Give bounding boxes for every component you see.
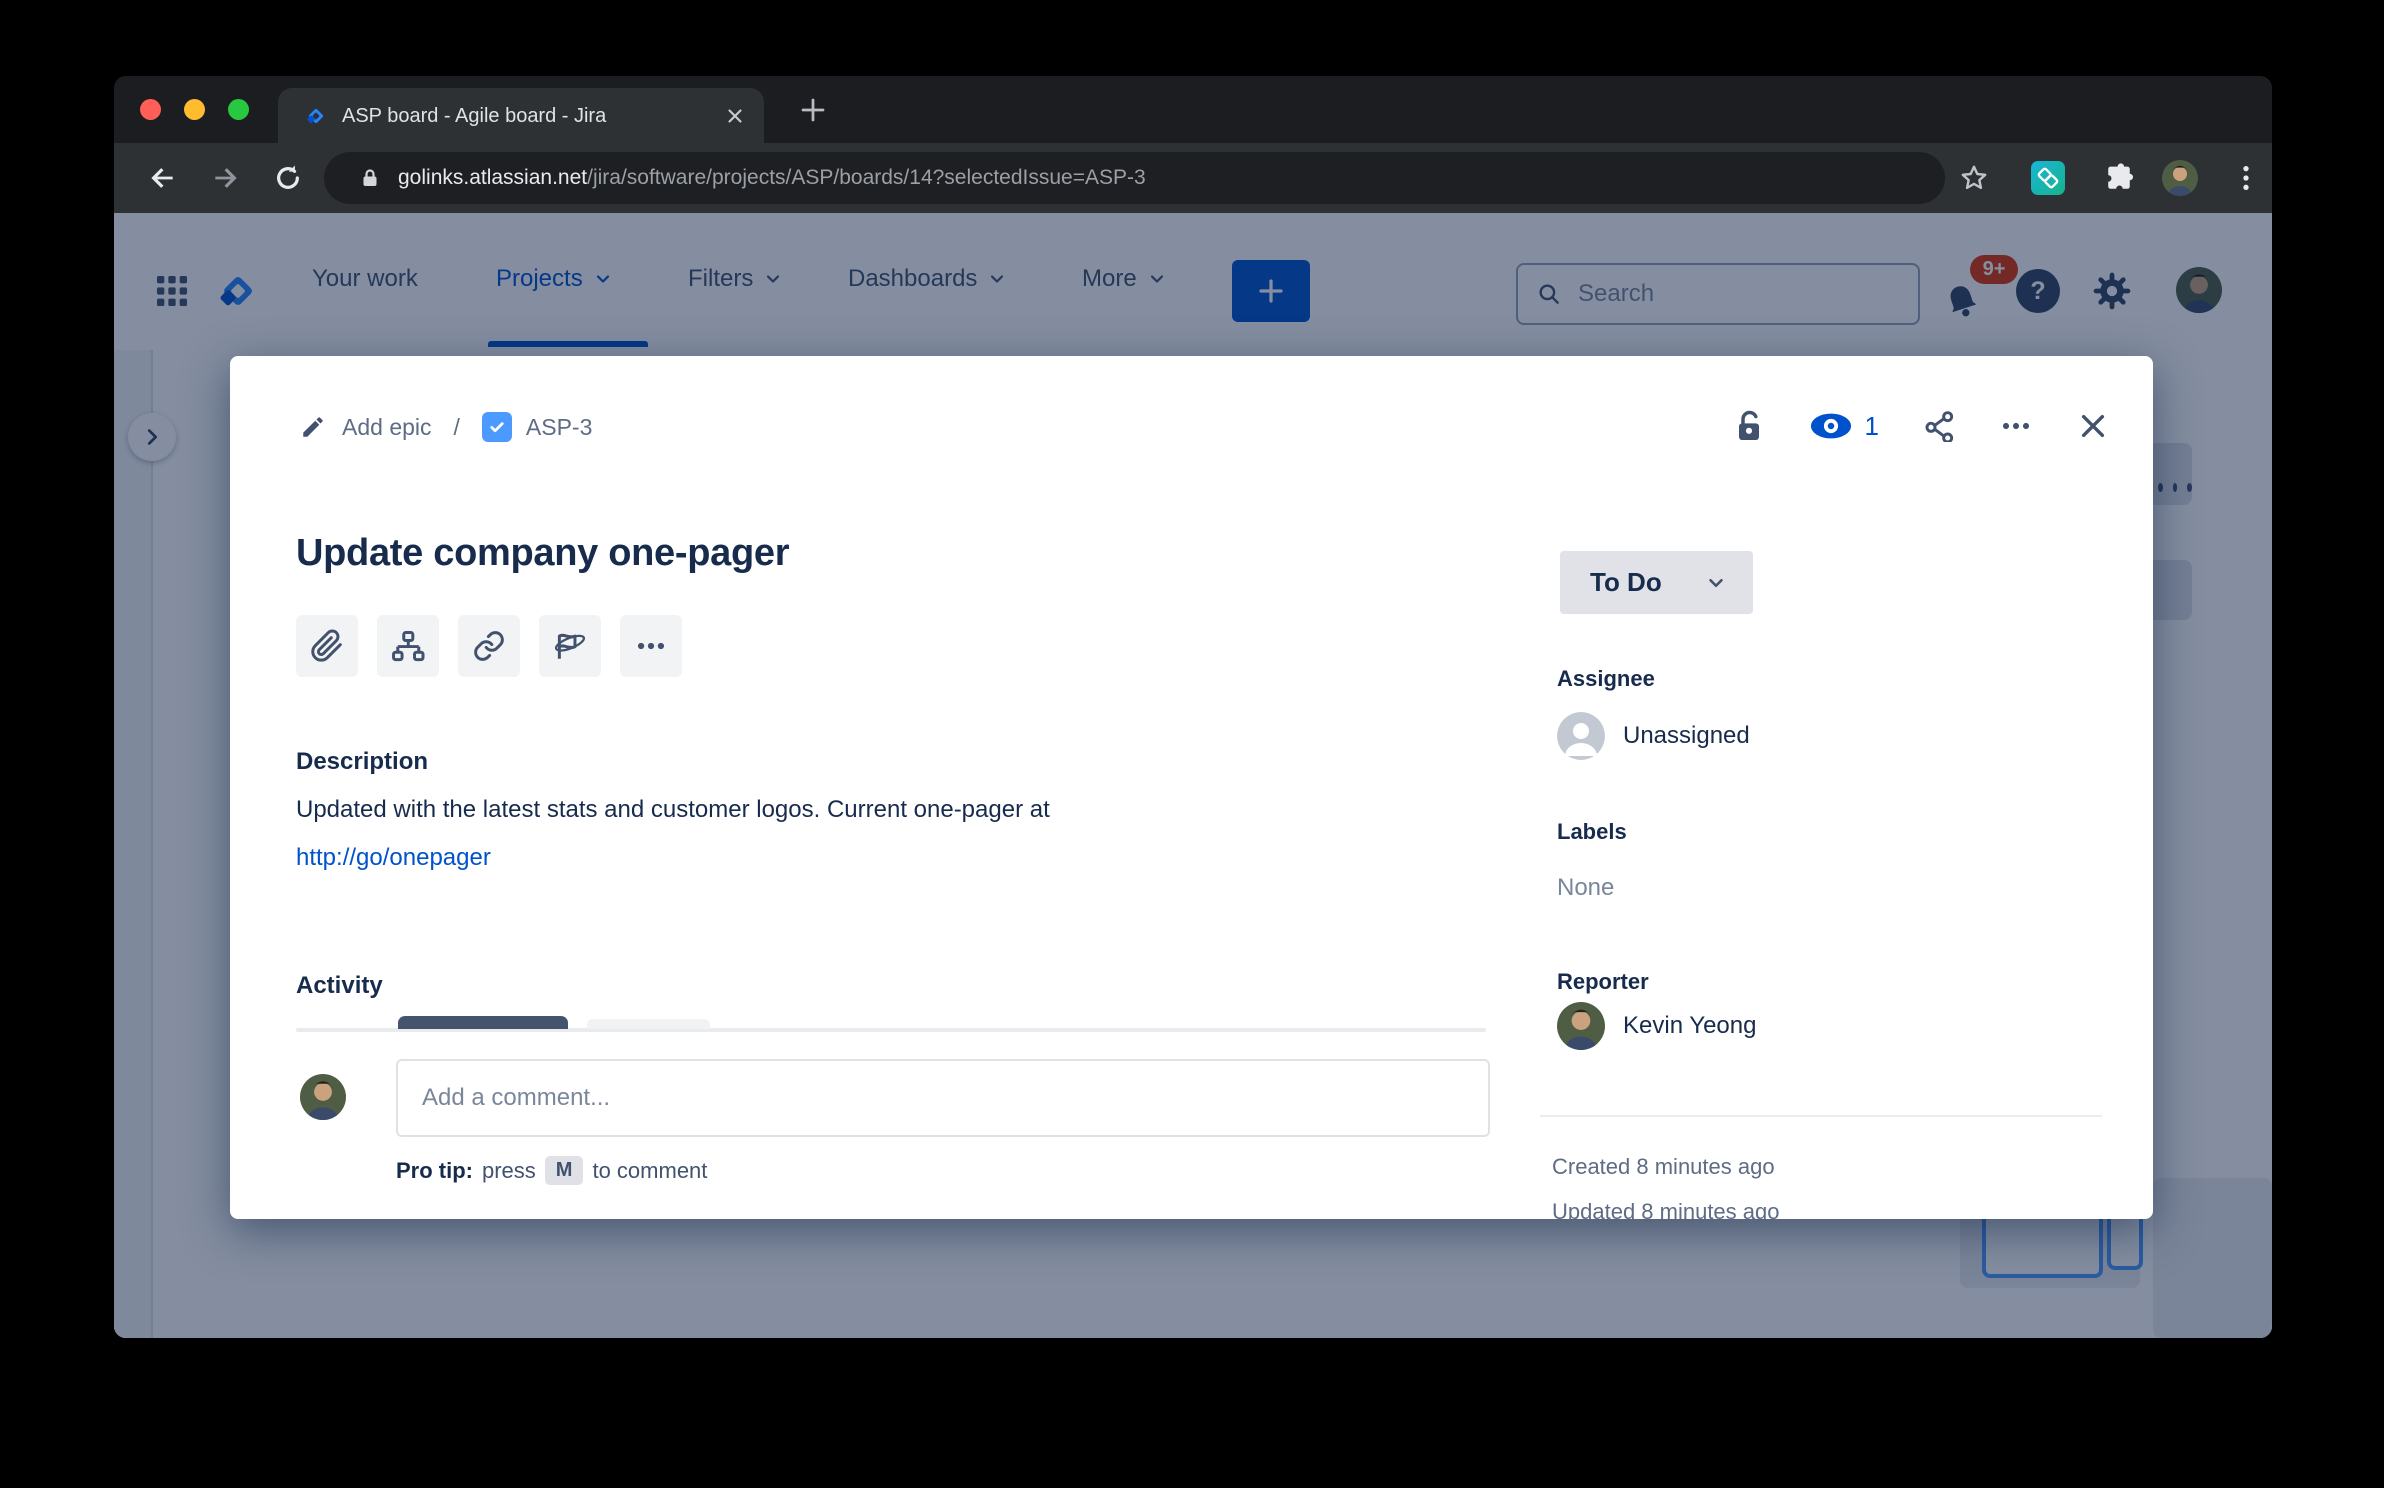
pro-tip: Pro tip: press M to comment xyxy=(396,1156,707,1185)
issue-detail-modal: Add epic / ASP-3 xyxy=(230,356,2153,1219)
apps-button[interactable] xyxy=(539,615,601,677)
assignee-field[interactable]: Unassigned xyxy=(1557,712,1750,760)
reporter-value: Kevin Yeong xyxy=(1623,1012,1756,1040)
browser-profile-avatar[interactable] xyxy=(2162,160,2198,196)
jira-favicon xyxy=(304,104,328,128)
labels-label: Labels xyxy=(1557,819,1627,845)
unlocked-icon[interactable] xyxy=(1733,408,1765,444)
browser-tab[interactable]: ASP board - Agile board - Jira xyxy=(278,88,764,143)
issue-key[interactable]: ASP-3 xyxy=(526,414,592,441)
current-user-avatar xyxy=(300,1074,346,1120)
breadcrumb: Add epic / ASP-3 xyxy=(300,412,592,442)
link-issue-button[interactable] xyxy=(458,615,520,677)
watch-eye-icon xyxy=(1809,410,1853,442)
issue-title[interactable]: Update company one-pager xyxy=(296,532,789,575)
back-icon[interactable] xyxy=(146,162,178,194)
add-child-issue-button[interactable] xyxy=(377,615,439,677)
address-bar[interactable]: golinks.atlassian.net/jira/software/proj… xyxy=(324,152,1945,204)
reporter-label: Reporter xyxy=(1557,969,1649,995)
more-actions-icon[interactable] xyxy=(1999,410,2033,442)
tab-title: ASP board - Agile board - Jira xyxy=(342,102,606,130)
status-value: To Do xyxy=(1590,567,1662,598)
quick-actions xyxy=(296,615,682,677)
subtask-tree-icon xyxy=(391,629,425,663)
url-host: golinks.atlassian.net xyxy=(398,166,587,189)
created-timestamp: Created 8 minutes ago xyxy=(1552,1154,1775,1180)
labels-value[interactable]: None xyxy=(1557,874,1614,902)
link-icon xyxy=(472,629,506,663)
forward-icon[interactable] xyxy=(210,162,242,194)
watchers[interactable]: 1 xyxy=(1809,410,1879,442)
close-icon[interactable] xyxy=(2077,410,2109,442)
sidebar-divider xyxy=(1540,1115,2102,1117)
task-type-icon[interactable] xyxy=(482,412,512,442)
chevron-down-icon xyxy=(1705,572,1727,594)
macos-close-button[interactable] xyxy=(140,99,161,120)
keyboard-key-m: M xyxy=(545,1156,584,1185)
comment-placeholder: Add a comment... xyxy=(422,1084,610,1112)
browser-toolbar: golinks.atlassian.net/jira/software/proj… xyxy=(114,143,2272,213)
modal-header-actions: 1 xyxy=(1733,408,2109,444)
activity-heading: Activity xyxy=(296,972,383,1000)
attach-button[interactable] xyxy=(296,615,358,677)
description-text[interactable]: Updated with the latest stats and custom… xyxy=(296,796,1050,824)
extensions-puzzle-icon[interactable] xyxy=(2102,161,2136,195)
url-path: /jira/software/projects/ASP/boards/14?se… xyxy=(587,166,1146,189)
url-text: golinks.atlassian.net/jira/software/proj… xyxy=(398,164,1146,192)
share-icon[interactable] xyxy=(1923,410,1955,442)
reload-icon[interactable] xyxy=(272,162,304,194)
updated-timestamp: Updated 8 minutes ago xyxy=(1552,1199,1780,1219)
breadcrumb-separator: / xyxy=(454,414,460,441)
tab-close-icon[interactable] xyxy=(724,105,746,127)
golinks-extension-icon[interactable] xyxy=(2030,160,2066,196)
browser-window: ASP board - Agile board - Jira xyxy=(114,76,2272,1338)
ssl-lock-icon[interactable] xyxy=(358,166,382,190)
activity-tab[interactable] xyxy=(587,1019,710,1029)
apps-icon xyxy=(553,629,587,663)
assignee-label: Assignee xyxy=(1557,666,1655,692)
more-quick-actions-button[interactable] xyxy=(620,615,682,677)
paperclip-icon xyxy=(310,629,344,663)
new-tab-icon[interactable] xyxy=(798,95,828,125)
status-dropdown[interactable]: To Do xyxy=(1560,551,1753,614)
bookmark-star-icon[interactable] xyxy=(1958,162,1990,194)
activity-tab-selected[interactable] xyxy=(398,1016,568,1029)
browser-tabstrip: ASP board - Agile board - Jira xyxy=(114,76,2272,143)
edit-pencil-icon[interactable] xyxy=(300,414,326,440)
screen: ASP board - Agile board - Jira xyxy=(0,0,2384,1488)
browser-menu-icon[interactable] xyxy=(2230,162,2262,194)
reporter-field[interactable]: Kevin Yeong xyxy=(1557,1002,1756,1050)
description-heading: Description xyxy=(296,748,428,776)
macos-zoom-button[interactable] xyxy=(228,99,249,120)
assignee-value: Unassigned xyxy=(1623,722,1750,750)
description-link[interactable]: http://go/onepager xyxy=(296,844,491,872)
unassigned-avatar-icon xyxy=(1557,712,1605,760)
comment-input[interactable]: Add a comment... xyxy=(396,1059,1490,1137)
add-epic-link[interactable]: Add epic xyxy=(342,414,432,441)
ellipsis-icon xyxy=(634,629,668,663)
macos-minimize-button[interactable] xyxy=(184,99,205,120)
reporter-avatar xyxy=(1557,1002,1605,1050)
watchers-count: 1 xyxy=(1865,411,1879,442)
